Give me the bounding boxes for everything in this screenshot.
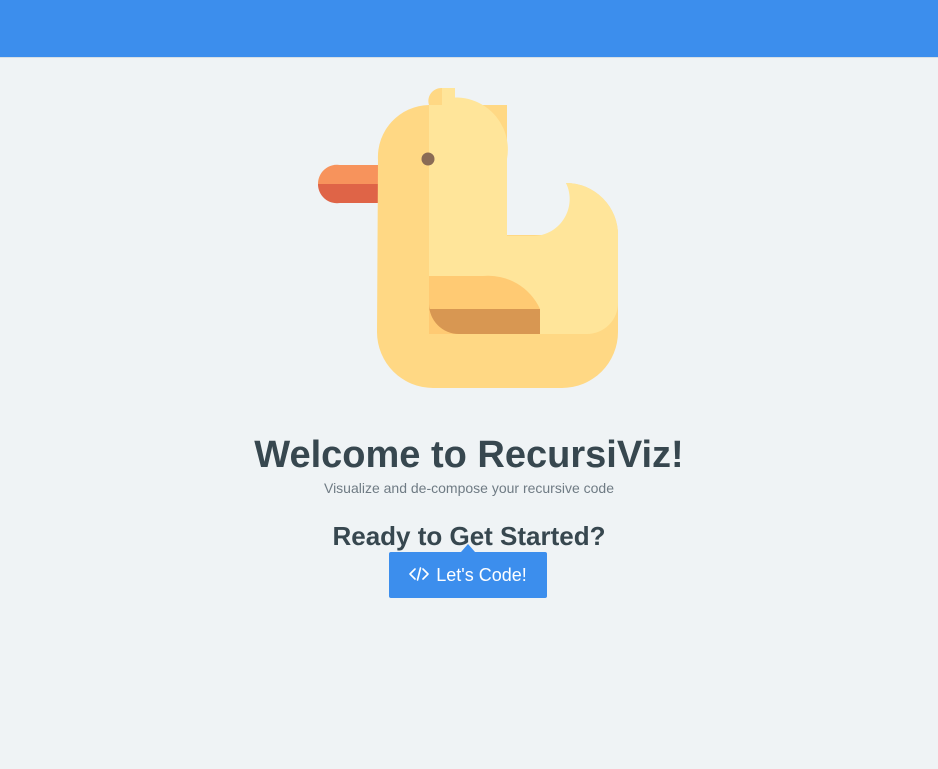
rubber-duck-icon [317,87,619,388]
page-title: Welcome to RecursiViz! [254,434,684,477]
page-subtitle: Visualize and de-compose your recursive … [323,480,614,496]
lets-code-button[interactable]: Let's Code! [389,552,547,598]
top-navigation-bar [0,0,938,58]
cta-button-container: Let's Code! [389,544,547,598]
lets-code-button-label: Let's Code! [436,565,527,585]
button-pointer-caret [461,544,475,552]
code-icon [409,567,430,582]
